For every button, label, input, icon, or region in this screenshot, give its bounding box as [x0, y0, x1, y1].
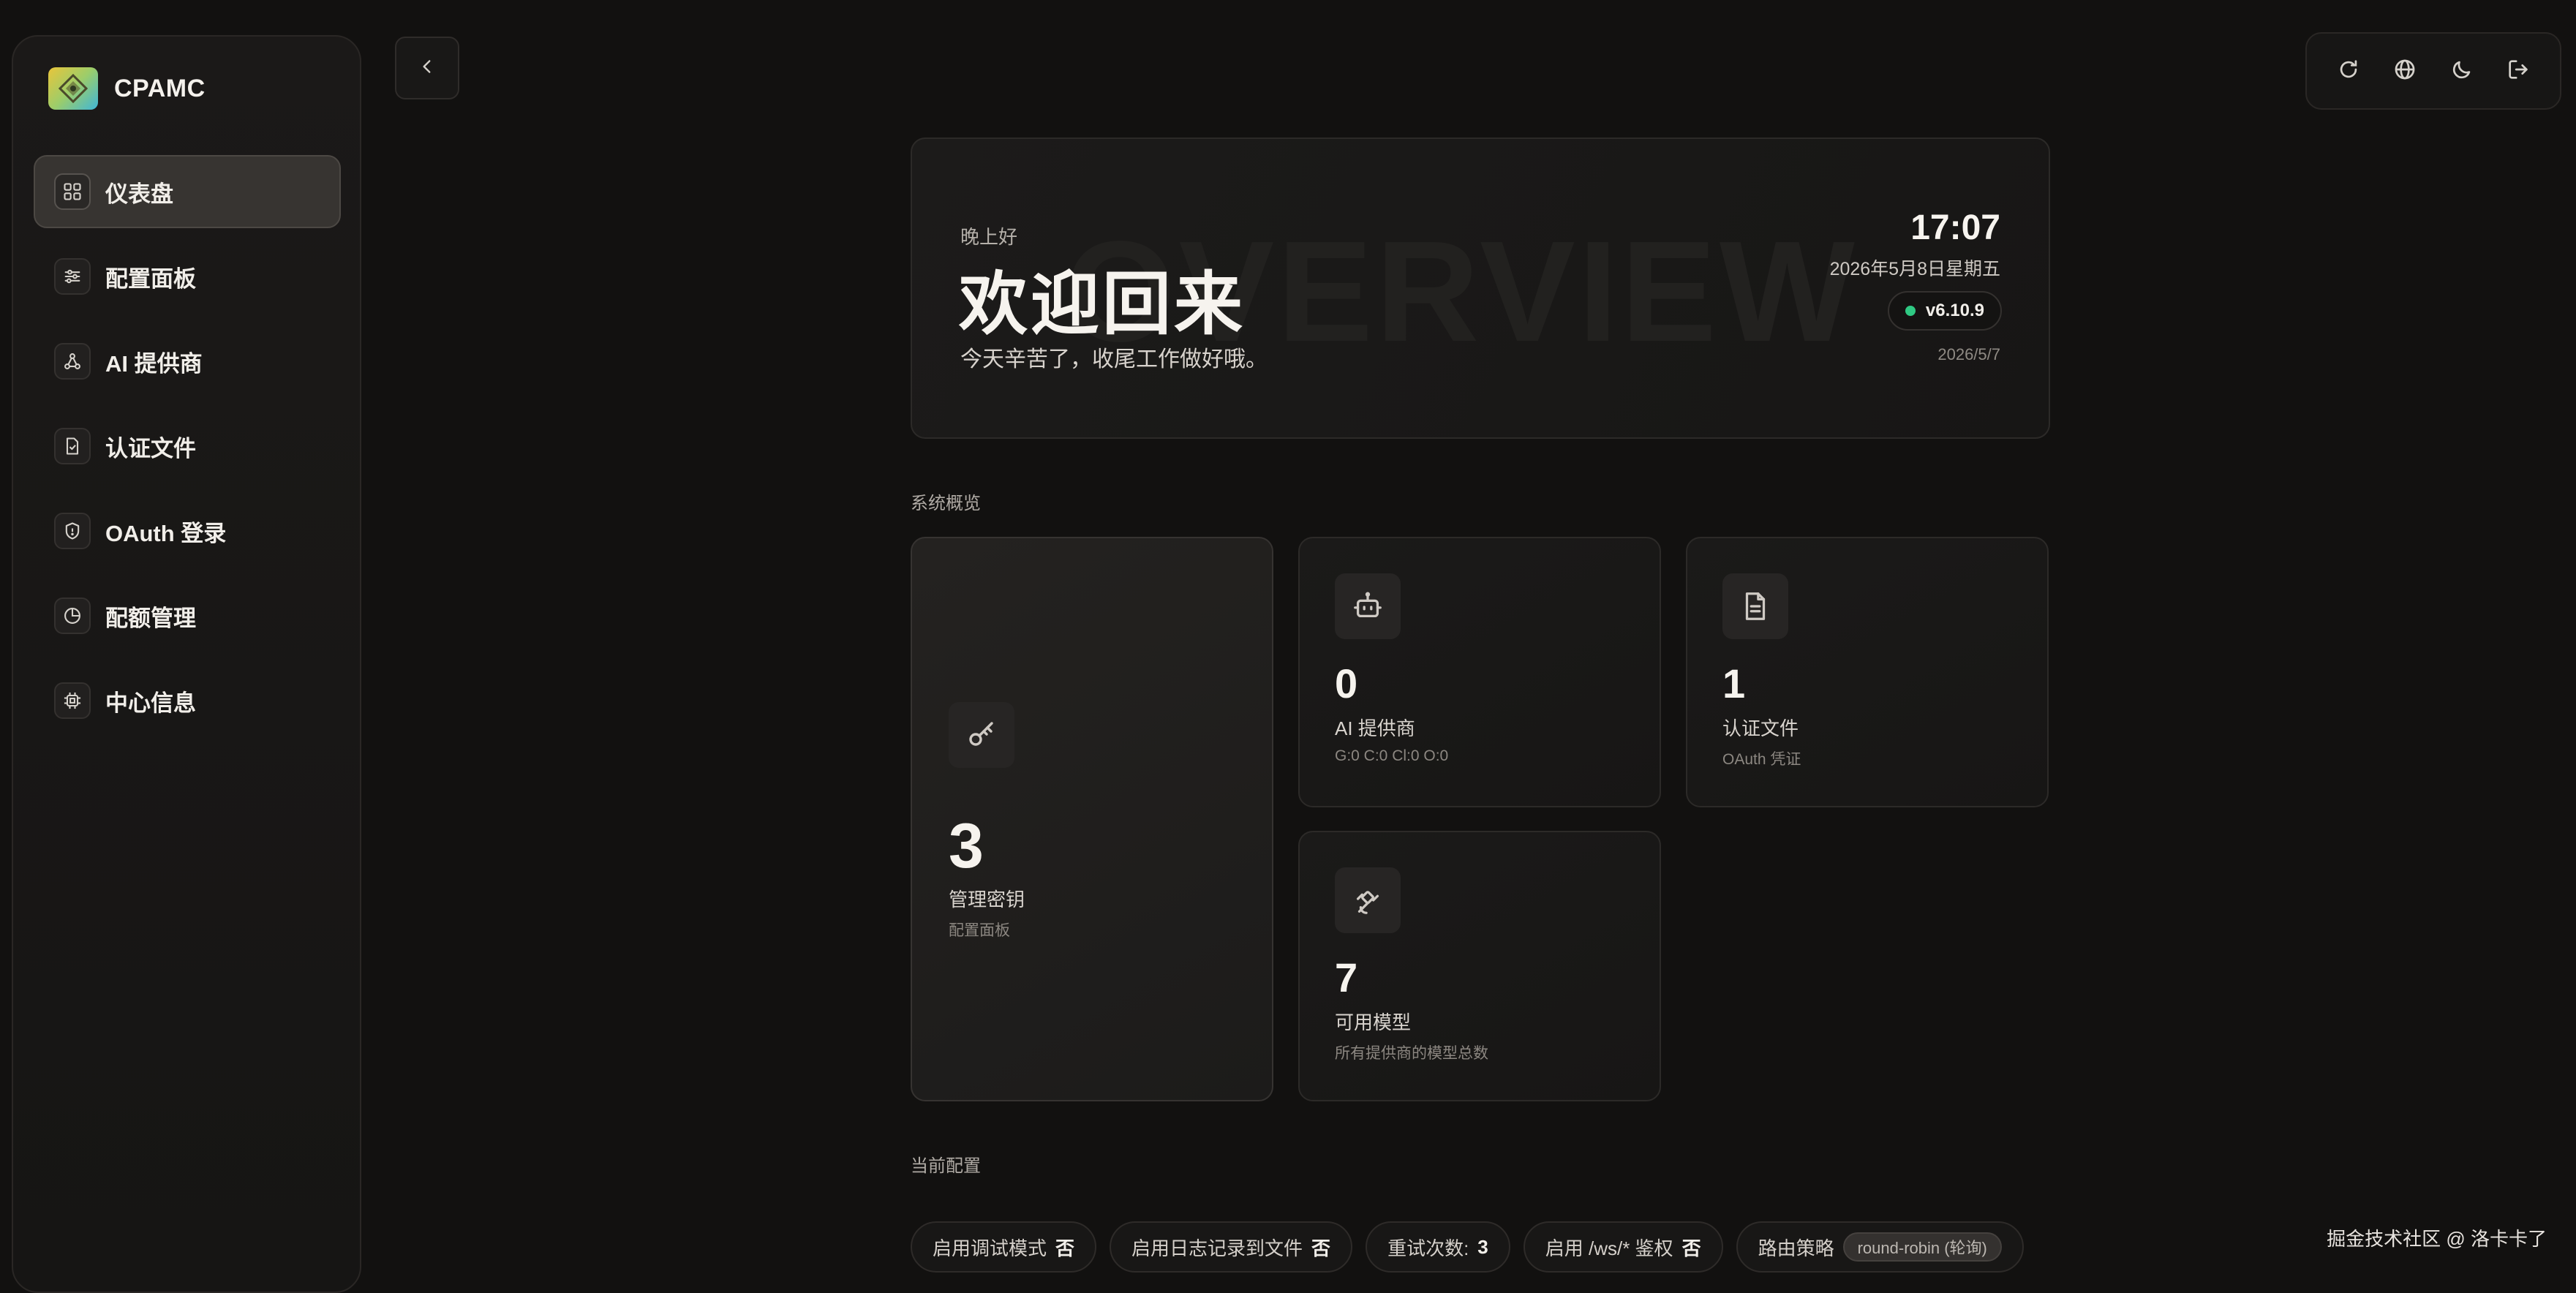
- chip-label: 启用调试模式: [933, 1237, 1047, 1259]
- sidebar: CPAMC 仪表盘 配置面板 AI 提供商 认证文件 OAuth 登录 配额管理…: [12, 35, 361, 1293]
- sidebar-item-quota[interactable]: 配额管理: [34, 579, 341, 652]
- sidebar-item-label: 仪表盘: [105, 181, 173, 207]
- stat-label: 认证文件: [1722, 717, 1799, 739]
- chip-value: 否: [1681, 1237, 1701, 1259]
- stat-sub: 所有提供商的模型总数: [1335, 1045, 1488, 1062]
- config-section-title: 当前配置: [911, 1156, 981, 1176]
- refresh-icon: [2336, 57, 2361, 86]
- greeting-text: 晚上好: [960, 226, 1018, 248]
- globe-icon: [2392, 57, 2417, 86]
- key-icon: [949, 702, 1014, 768]
- stat-sub: OAuth 凭证: [1722, 751, 1801, 768]
- logout-button[interactable]: [2497, 50, 2539, 92]
- footer-credit: 掘金技术社区 @ 洛卡卡了: [2327, 1228, 2547, 1250]
- sidebar-item-label: AI 提供商: [105, 350, 203, 377]
- sidebar-item-label: 配额管理: [105, 605, 196, 631]
- stat-card-ai-providers[interactable]: 0 AI 提供商 G:0 C:0 Cl:0 O:0: [1298, 537, 1661, 807]
- stat-label: 管理密钥: [949, 889, 1025, 911]
- stat-value: 1: [1722, 660, 1746, 706]
- chip-label: 路由策略: [1758, 1237, 1834, 1259]
- sidebar-item-label: 认证文件: [105, 435, 196, 461]
- config-chip-ws-auth[interactable]: 启用 /ws/* 鉴权 否: [1523, 1221, 1723, 1273]
- shield-icon: [54, 513, 91, 549]
- stat-value: 0: [1335, 660, 1358, 706]
- stat-sub: 配置面板: [949, 922, 1010, 939]
- stat-value: 7: [1335, 954, 1358, 1000]
- config-chip-log-to-file[interactable]: 启用日志记录到文件 否: [1110, 1221, 1353, 1273]
- sidebar-item-label: OAuth 登录: [105, 520, 227, 546]
- logout-icon: [2506, 57, 2531, 86]
- chip-label: 重试次数:: [1387, 1237, 1469, 1259]
- chip-label: 启用日志记录到文件: [1131, 1237, 1303, 1259]
- stat-card-keys[interactable]: 3 管理密钥 配置面板: [911, 537, 1273, 1101]
- version-badge: v6.10.9: [1887, 291, 2002, 331]
- chip-value: 否: [1055, 1237, 1075, 1259]
- sidebar-item-label: 配置面板: [105, 265, 196, 292]
- sidebar-item-config[interactable]: 配置面板: [34, 240, 341, 313]
- stat-card-models[interactable]: 7 可用模型 所有提供商的模型总数: [1298, 831, 1661, 1101]
- clock-date: 2026年5月8日星期五: [1829, 259, 2000, 279]
- chip-label: 启用 /ws/* 鉴权: [1545, 1237, 1673, 1259]
- brand-name: CPAMC: [114, 74, 206, 102]
- sliders-icon: [54, 258, 91, 295]
- stat-label: 可用模型: [1335, 1011, 1412, 1033]
- pie-chart-icon: [54, 598, 91, 634]
- chevron-left-icon: [418, 57, 437, 80]
- satellite-icon: [1335, 867, 1401, 933]
- file-check-icon: [54, 428, 91, 464]
- brand-logo-icon: [48, 67, 98, 110]
- theme-toggle-button[interactable]: [2441, 50, 2483, 92]
- config-chip-routing[interactable]: 路由策略 round-robin (轮询): [1736, 1221, 2024, 1273]
- moon-icon: [2449, 57, 2474, 86]
- network-icon: [54, 343, 91, 380]
- refresh-button[interactable]: [2327, 50, 2370, 92]
- sidebar-item-label: 中心信息: [105, 690, 196, 716]
- stat-label: AI 提供商: [1335, 717, 1415, 739]
- stat-value: 3: [949, 811, 984, 881]
- sidebar-item-ai-providers[interactable]: AI 提供商: [34, 325, 341, 398]
- clock-time: 17:07: [1910, 208, 2000, 247]
- dashboard-grid-icon: [54, 173, 91, 210]
- config-chips: 启用调试模式 否 启用日志记录到文件 否 重试次数: 3 启用 /ws/* 鉴权…: [911, 1221, 2037, 1273]
- sidebar-item-dashboard[interactable]: 仪表盘: [34, 155, 341, 228]
- config-chip-debug[interactable]: 启用调试模式 否: [911, 1221, 1097, 1273]
- overview-section-title: 系统概览: [911, 494, 981, 513]
- welcome-subtitle: 今天辛苦了，收尾工作做好哦。: [960, 347, 1268, 372]
- bot-icon: [1335, 573, 1401, 639]
- brand[interactable]: CPAMC: [48, 67, 206, 110]
- config-chip-retries[interactable]: 重试次数: 3: [1366, 1221, 1510, 1273]
- chip-value: 否: [1311, 1237, 1331, 1259]
- stat-sub: G:0 C:0 Cl:0 O:0: [1335, 747, 1449, 764]
- chip-value: 3: [1477, 1235, 1488, 1258]
- build-date: 2026/5/7: [1937, 345, 2000, 363]
- cpu-icon: [54, 682, 91, 719]
- welcome-title: 欢迎回来: [959, 265, 1246, 342]
- document-icon: [1722, 573, 1788, 639]
- collapse-sidebar-button[interactable]: [395, 37, 459, 99]
- top-toolbar: [2305, 32, 2561, 110]
- sidebar-item-auth-files[interactable]: 认证文件: [34, 410, 341, 483]
- sidebar-item-oauth-login[interactable]: OAuth 登录: [34, 494, 341, 568]
- language-button[interactable]: [2384, 50, 2426, 92]
- stat-card-auth-files[interactable]: 1 认证文件 OAuth 凭证: [1686, 537, 2049, 807]
- routing-strategy-pill: round-robin (轮询): [1842, 1232, 2002, 1262]
- welcome-hero: OVERVIEW 晚上好 欢迎回来 今天辛苦了，收尾工作做好哦。 17:07 2…: [911, 137, 2050, 439]
- status-dot-icon: [1905, 306, 1916, 316]
- version-text: v6.10.9: [1925, 301, 1984, 320]
- sidebar-nav: 仪表盘 配置面板 AI 提供商 认证文件 OAuth 登录 配额管理 中心信息: [34, 155, 341, 749]
- sidebar-item-center-info[interactable]: 中心信息: [34, 664, 341, 737]
